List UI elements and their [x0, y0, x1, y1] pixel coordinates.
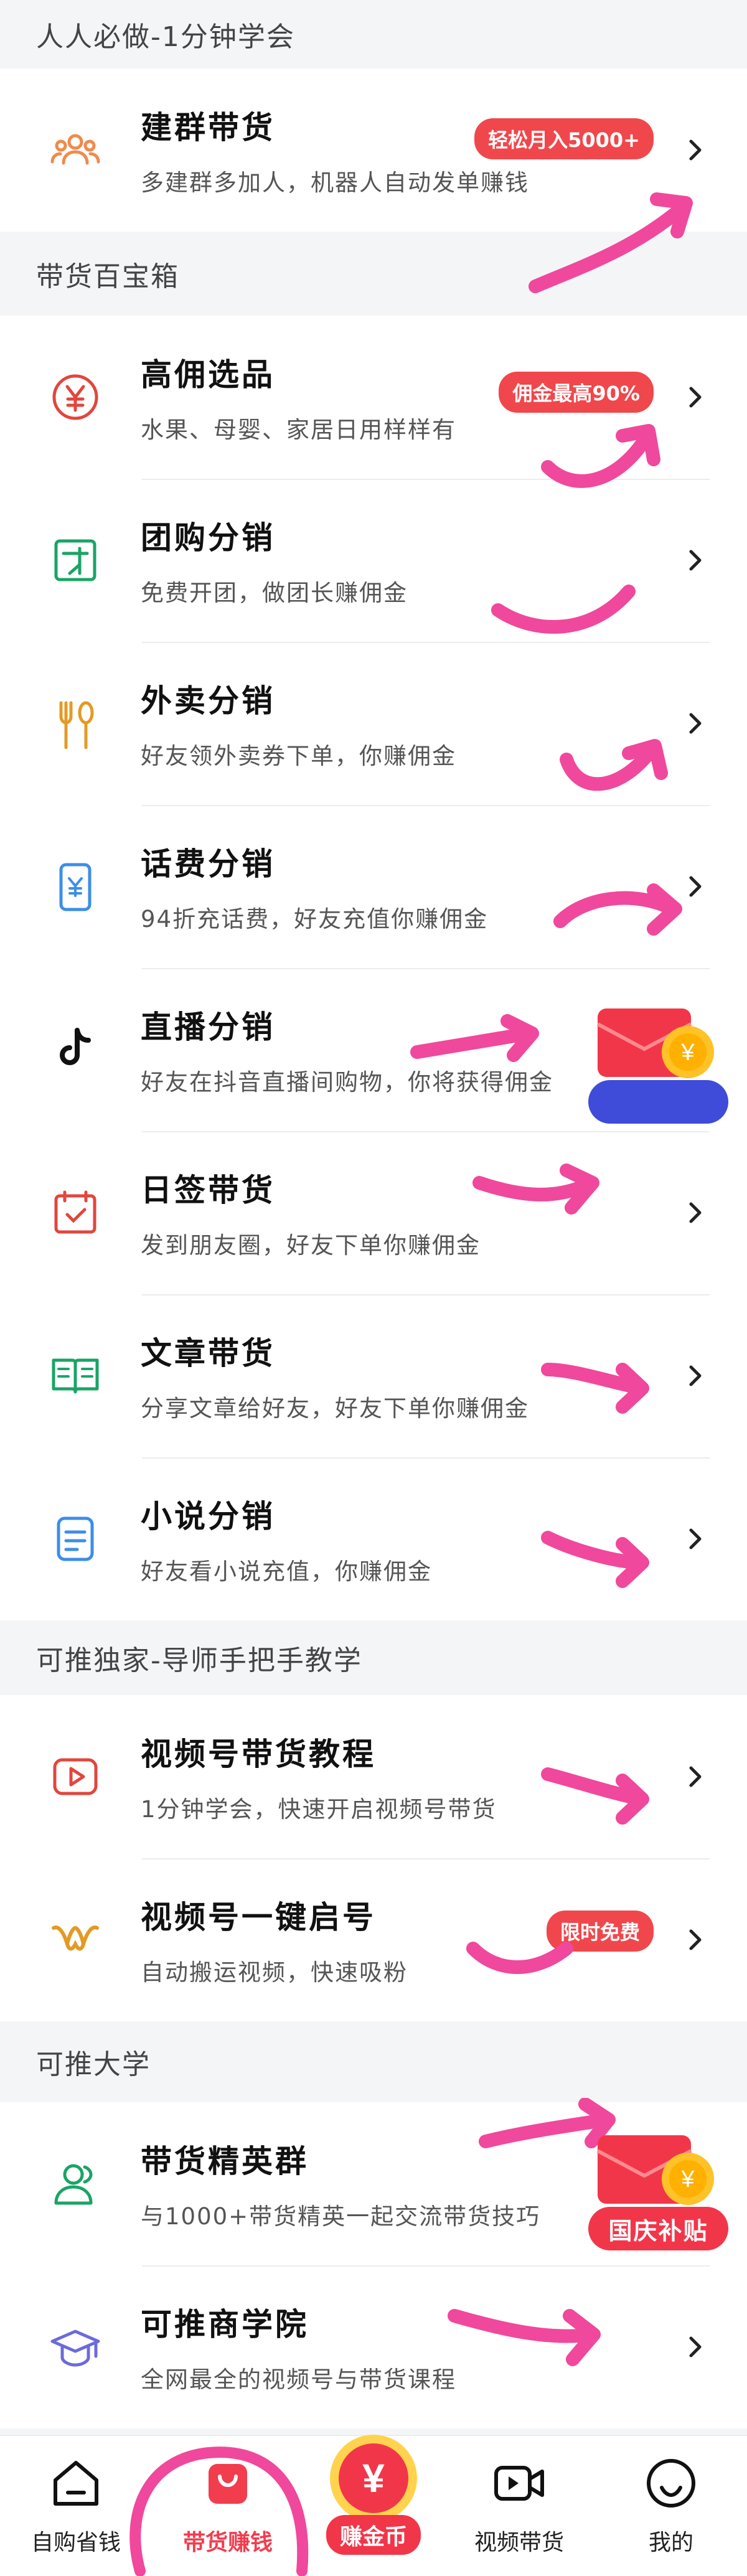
- section-must-do: 人人必做-1分钟学会 建群带货 多建群多加人，机器人自动发单赚钱 轻松月入500…: [0, 0, 747, 232]
- chevron-right-icon: [680, 134, 711, 166]
- tab-self-purchase[interactable]: 自购省钱: [7, 2455, 144, 2557]
- list-item-daily-post[interactable]: 日签带货 发到朋友圈，好友下单你赚佣金: [0, 1131, 747, 1294]
- item-title: 小说分销: [141, 1498, 275, 1535]
- list-item-build-group[interactable]: 建群带货 多建群多加人，机器人自动发单赚钱 轻松月入5000+: [0, 68, 747, 232]
- section-toolbox: 带货百宝箱 高佣选品 水果、母婴、家居日用样样有 佣金最高90% 团购分销 免费…: [0, 232, 747, 1620]
- tab-label: 赚金币: [326, 2514, 421, 2555]
- item-subtitle: 发到朋友圈，好友下单你赚佣金: [141, 1232, 481, 1259]
- item-title: 文章带货: [141, 1335, 275, 1371]
- video-camera-icon: [491, 2455, 547, 2517]
- document-icon: [50, 1513, 101, 1564]
- svg-text:¥: ¥: [680, 1040, 695, 1066]
- chevron-right-icon: [680, 1197, 711, 1228]
- smile-icon: [643, 2455, 699, 2517]
- tab-earn-coins[interactable]: ¥ 赚金币: [311, 2434, 436, 2569]
- graduation-cap-icon: [50, 2321, 101, 2372]
- chevron-right-icon: [680, 708, 711, 739]
- channels-icon: [50, 1914, 101, 1965]
- red-envelope-promo[interactable]: ¥ 国庆补贴: [585, 2132, 735, 2257]
- item-subtitle: 94折充话费，好友充值你赚佣金: [141, 906, 489, 933]
- item-title: 建群带货: [141, 110, 275, 146]
- section-header: 可推独家-导师手把手教学: [36, 1645, 362, 1676]
- svg-text:¥: ¥: [362, 2456, 385, 2501]
- list-item-article[interactable]: 文章带货 分享文章给好友，好友下单你赚佣金: [0, 1294, 747, 1457]
- fork-spoon-icon: [50, 698, 101, 749]
- list-item-high-commission[interactable]: 高佣选品 水果、母婴、家居日用样样有 佣金最高90%: [0, 316, 747, 479]
- svg-text:¥: ¥: [680, 2166, 695, 2193]
- tab-video-selling[interactable]: 视频带货: [451, 2455, 588, 2557]
- people-icon: [50, 125, 101, 176]
- chevron-right-icon: [680, 1360, 711, 1391]
- yen-circle-icon: [50, 372, 101, 423]
- calendar-check-icon: [50, 1187, 101, 1238]
- tab-label: 视频带货: [474, 2530, 564, 2555]
- section-header: 人人必做-1分钟学会: [36, 21, 295, 53]
- yen-coin-icon: ¥: [327, 2432, 420, 2527]
- tab-earn-by-selling[interactable]: 带货赚钱: [159, 2455, 296, 2557]
- shopping-bag-icon: [200, 2455, 256, 2517]
- tiktok-icon: [50, 1024, 101, 1075]
- item-subtitle: 分享文章给好友，好友下单你赚佣金: [141, 1395, 529, 1422]
- section-card: 视频号带货教程 1分钟学会，快速开启视频号带货 视频号一键启号 自动搬运视频，快…: [0, 1695, 747, 2021]
- bottom-tab-bar: 自购省钱 带货赚钱 ¥ 赚金币 视频带货 我的: [0, 2434, 747, 2576]
- list-item-video-tutorial[interactable]: 视频号带货教程 1分钟学会，快速开启视频号带货: [0, 1695, 747, 1858]
- item-title: 日签带货: [141, 1172, 275, 1208]
- section-card: 高佣选品 水果、母婴、家居日用样样有 佣金最高90% 团购分销 免费开团，做团长…: [0, 316, 747, 1620]
- chevron-right-icon: [680, 545, 711, 576]
- item-title: 团购分销: [141, 520, 275, 556]
- chevron-right-icon: [680, 382, 711, 413]
- item-subtitle: 多建群多加人，机器人自动发单赚钱: [141, 169, 529, 196]
- chevron-right-icon: [680, 1761, 711, 1792]
- promo-badge: 佣金最高90%: [499, 372, 654, 413]
- phone-yen-icon: [50, 861, 101, 912]
- book-icon: [50, 1350, 101, 1401]
- item-subtitle: 好友看小说充值，你赚佣金: [141, 1558, 432, 1585]
- item-subtitle: 自动搬运视频，快速吸粉: [141, 1959, 408, 1986]
- list-item-phone-bill[interactable]: 话费分销 94折充话费，好友充值你赚佣金: [0, 805, 747, 968]
- section-header: 可推大学: [36, 2049, 151, 2080]
- chevron-right-icon: [680, 1924, 711, 1955]
- section-card: 建群带货 多建群多加人，机器人自动发单赚钱 轻松月入5000+: [0, 68, 747, 232]
- item-subtitle: 好友领外卖券下单，你赚佣金: [141, 743, 456, 769]
- list-item-group-buy[interactable]: 团购分销 免费开团，做团长赚佣金: [0, 479, 747, 642]
- video-play-icon: [50, 1751, 101, 1802]
- item-subtitle: 1分钟学会，快速开启视频号带货: [141, 1796, 497, 1823]
- red-envelope-promo[interactable]: ¥: [585, 1005, 735, 1130]
- promo-label: 国庆补贴: [608, 2217, 708, 2245]
- item-subtitle: 免费开团，做团长赚佣金: [141, 580, 408, 606]
- list-item-video-launch[interactable]: 视频号一键启号 自动搬运视频，快速吸粉 限时免费: [0, 1858, 747, 2021]
- chevron-right-icon: [680, 2331, 711, 2362]
- section-header: 带货百宝箱: [36, 260, 179, 293]
- item-title: 直播分销: [141, 1009, 275, 1045]
- item-subtitle: 好友在抖音直播间购物，你将获得佣金: [141, 1069, 553, 1096]
- item-subtitle: 全网最全的视频号与带货课程: [141, 2366, 456, 2393]
- tab-label: 带货赚钱: [182, 2530, 273, 2555]
- item-title: 可推商学院: [141, 2306, 309, 2343]
- item-subtitle: 与1000+带货精英一起交流带货技巧: [141, 2203, 541, 2230]
- promo-badge: 限时免费: [546, 1911, 654, 1952]
- item-title: 话费分销: [141, 846, 275, 882]
- item-title: 外卖分销: [141, 683, 275, 719]
- group-buy-icon: [50, 535, 101, 586]
- item-title: 视频号一键启号: [141, 1899, 376, 1935]
- tab-label: 我的: [648, 2530, 693, 2555]
- item-title: 带货精英群: [141, 2143, 309, 2179]
- list-item-takeout[interactable]: 外卖分销 好友领外卖券下单，你赚佣金: [0, 642, 747, 805]
- home-icon: [48, 2455, 104, 2517]
- promo-badge: 轻松月入5000+: [474, 118, 654, 159]
- item-subtitle: 水果、母婴、家居日用样样有: [141, 416, 456, 443]
- tab-label: 自购省钱: [31, 2530, 121, 2555]
- user-group-icon: [50, 2158, 101, 2209]
- item-title: 高佣选品: [141, 357, 275, 393]
- chevron-right-icon: [680, 1523, 711, 1554]
- tab-mine[interactable]: 我的: [603, 2455, 740, 2557]
- chevron-right-icon: [680, 871, 711, 902]
- list-item-novel[interactable]: 小说分销 好友看小说充值，你赚佣金: [0, 1457, 747, 1620]
- section-exclusive: 可推独家-导师手把手教学 视频号带货教程 1分钟学会，快速开启视频号带货 视频号…: [0, 1620, 747, 2021]
- list-item-business-school[interactable]: 可推商学院 全网最全的视频号与带货课程: [0, 2265, 747, 2428]
- item-title: 视频号带货教程: [141, 1736, 376, 1772]
